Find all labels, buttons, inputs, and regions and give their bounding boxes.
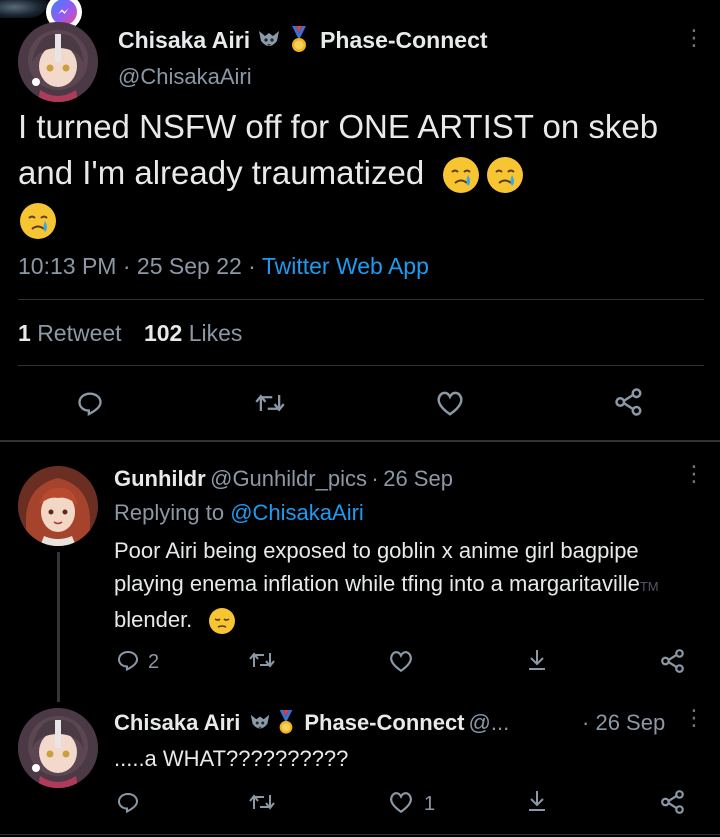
divider	[18, 299, 704, 300]
reply-icon[interactable]	[116, 790, 140, 819]
pensive-face-icon	[208, 607, 236, 635]
tweet-time: 10:13 PM	[18, 253, 117, 279]
crying-face-icon	[441, 155, 481, 195]
more-icon[interactable]: ⋮	[683, 463, 705, 485]
trademark-mark: TM	[639, 579, 659, 594]
reply-date[interactable]: 26 Sep	[383, 466, 453, 491]
download-icon[interactable]	[525, 788, 549, 819]
reply-author-handle[interactable]: @Gunhildr_pics	[210, 466, 367, 491]
reply-icon[interactable]	[76, 389, 104, 417]
share-icon[interactable]	[614, 387, 644, 417]
divider	[0, 834, 720, 835]
heart-icon[interactable]	[435, 389, 465, 417]
retweet-icon[interactable]	[248, 790, 276, 819]
reply-author-name[interactable]: Chisaka Airi	[114, 710, 240, 736]
wolf-badge-icon	[248, 711, 272, 735]
crying-face-icon	[485, 155, 525, 195]
reply-author-handle[interactable]: @...	[469, 710, 510, 736]
tweet-meta: 10:13 PM · 25 Sep 22 · Twitter Web App	[18, 253, 429, 279]
likes-stat[interactable]: 102 Likes	[144, 320, 242, 346]
reply-date[interactable]: · 26 Sep	[582, 710, 665, 736]
reply-text: .....a WHAT??????????	[114, 746, 349, 771]
download-icon[interactable]	[525, 647, 549, 678]
author-avatar[interactable]	[18, 22, 98, 102]
bubble-shadow	[0, 0, 48, 18]
author-name[interactable]: Chisaka Airi	[118, 27, 250, 54]
tweet-stats: 1 Retweet 102 Likes	[18, 320, 242, 347]
share-icon[interactable]	[660, 648, 686, 679]
replying-to-link[interactable]: @ChisakaAiri	[230, 500, 364, 525]
reply-count: 2	[148, 651, 160, 673]
reply-action-like[interactable]: 1	[388, 790, 435, 819]
crying-face-icon	[18, 201, 58, 241]
section-divider	[0, 440, 720, 442]
like-count: 1	[424, 793, 436, 815]
retweet-icon[interactable]	[254, 389, 286, 417]
heart-icon[interactable]	[388, 649, 414, 678]
medal-icon	[276, 710, 296, 736]
heart-icon	[388, 790, 414, 819]
retweet-icon[interactable]	[248, 648, 276, 677]
reply-avatar[interactable]	[18, 708, 98, 788]
divider	[18, 365, 704, 366]
more-icon[interactable]: ⋮	[683, 707, 705, 729]
author-affiliation: Phase-Connect	[320, 26, 488, 53]
reply-avatar[interactable]	[18, 466, 98, 546]
medal-icon	[288, 26, 310, 54]
more-icon[interactable]: ⋮	[683, 27, 705, 49]
reply-author-name[interactable]: Gunhildr	[114, 466, 206, 491]
author-handle[interactable]: @ChisakaAiri	[118, 64, 252, 90]
retweet-stat[interactable]: 1 Retweet	[18, 320, 122, 346]
reply-author-affiliation: Phase-Connect	[304, 710, 465, 735]
replying-to: Replying to @ChisakaAiri	[114, 500, 364, 525]
reply-text: Poor Airi being exposed to goblin x anim…	[114, 534, 714, 636]
reply-action-reply[interactable]: 2	[116, 648, 159, 677]
reply-icon	[116, 648, 140, 677]
thread-line	[57, 552, 60, 702]
tweet-text: I turned NSFW off for ONE ARTIST on skeb…	[18, 104, 698, 242]
tweet-date: 25 Sep 22	[136, 253, 242, 279]
tweet-source-link[interactable]: Twitter Web App	[262, 253, 429, 279]
share-icon[interactable]	[660, 789, 686, 820]
wolf-badge-icon	[256, 27, 282, 53]
